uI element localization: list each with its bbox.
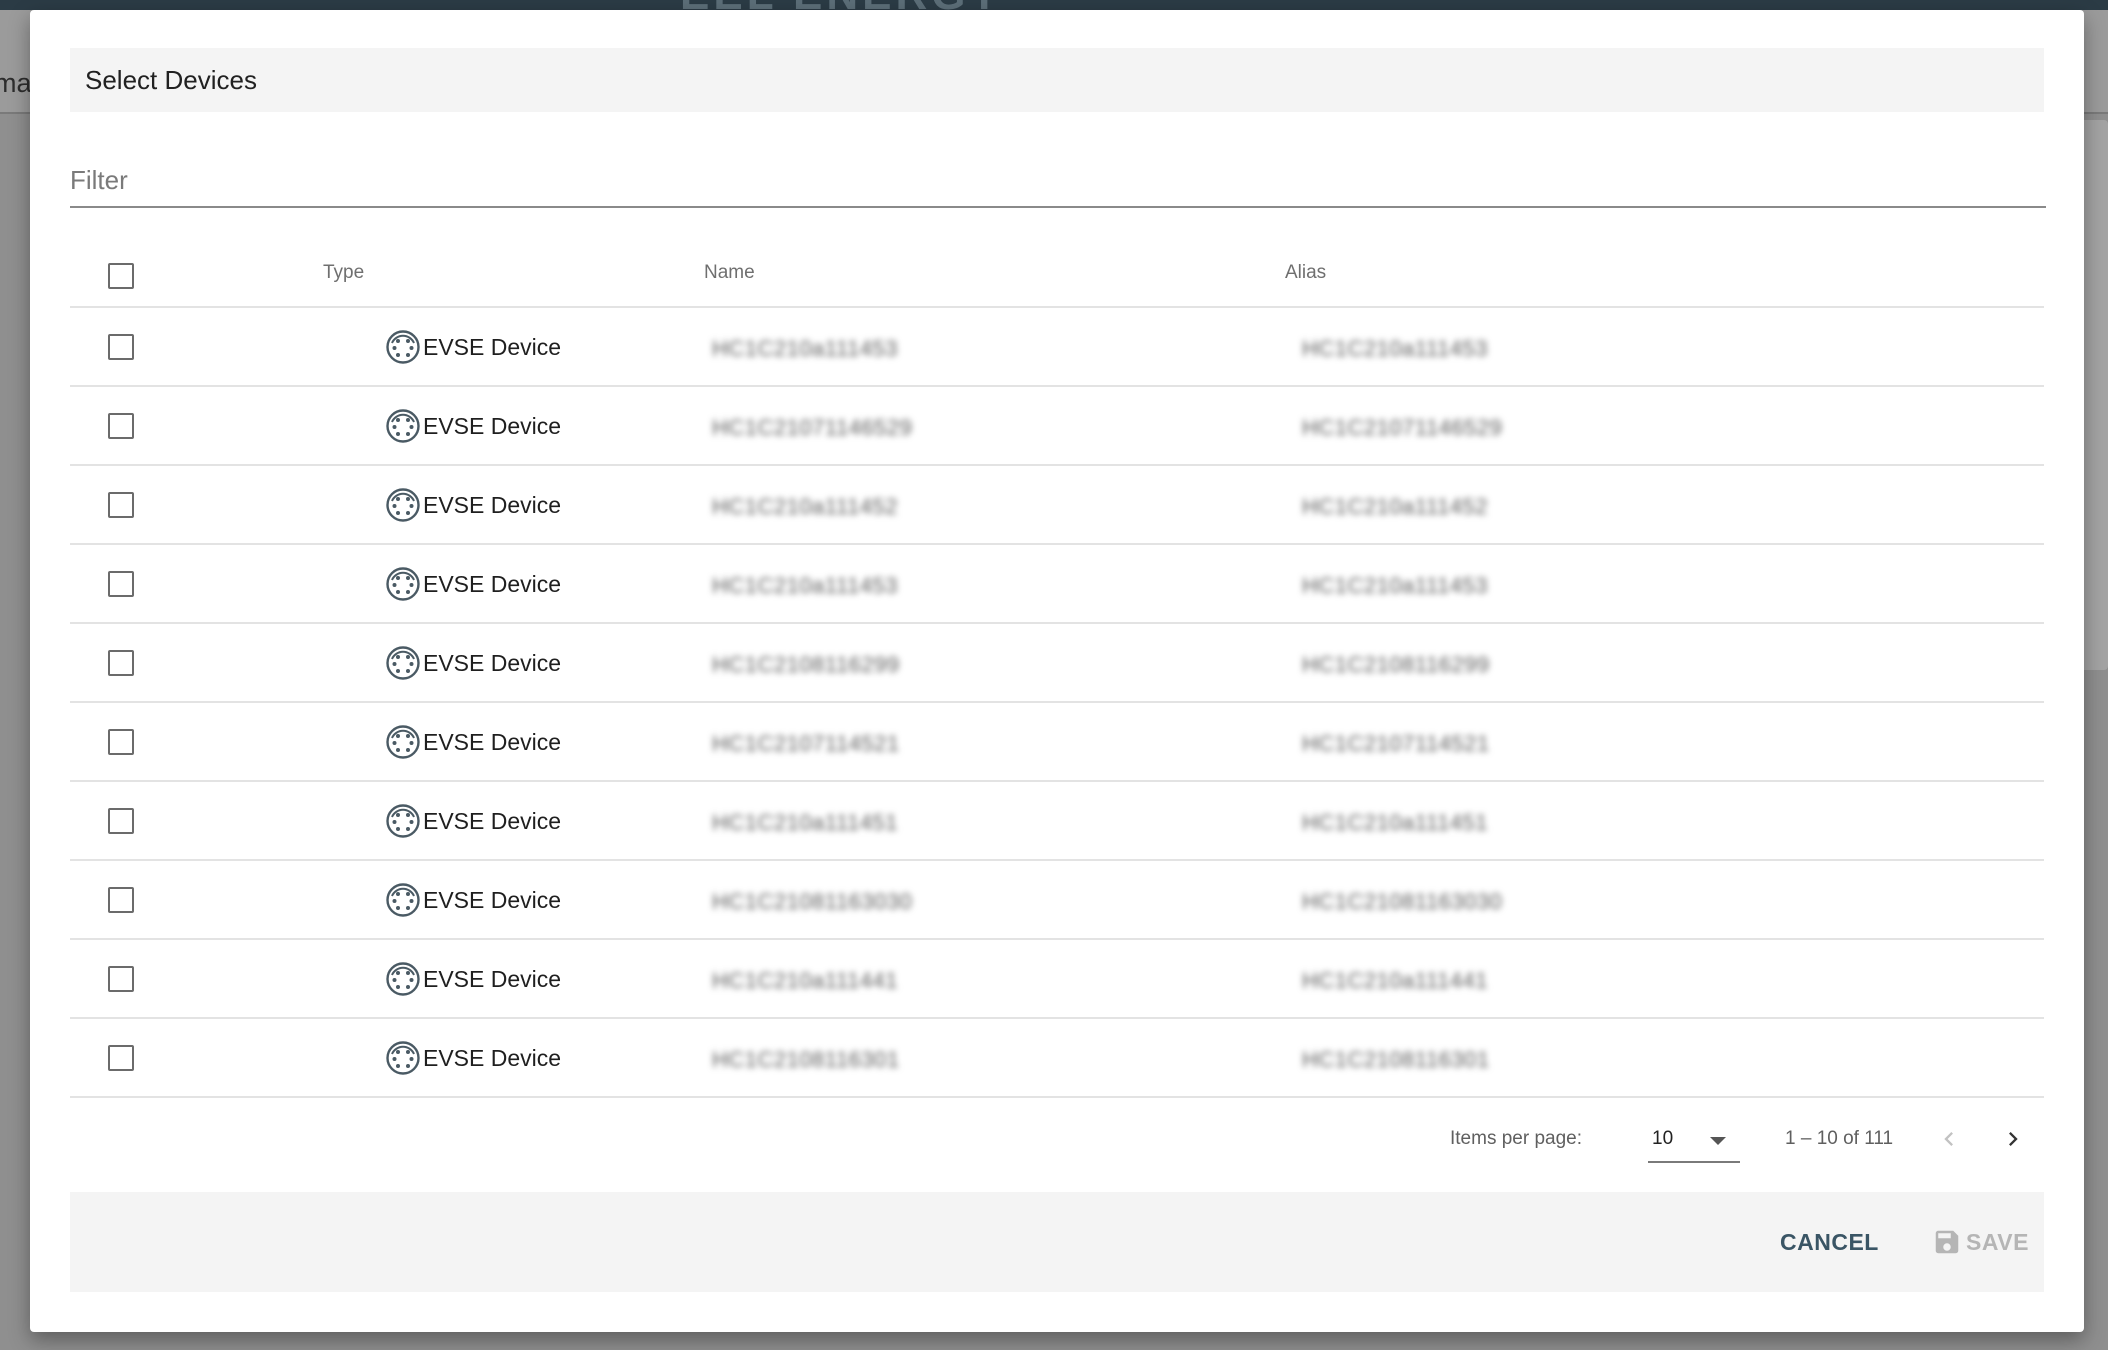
evse-connector-icon xyxy=(386,330,420,364)
filter-field[interactable] xyxy=(70,150,2046,208)
evse-connector-icon xyxy=(386,409,420,443)
table-row[interactable]: EVSE Device HC1C210a111452 HC1C210a11145… xyxy=(70,466,2044,545)
table-row[interactable]: EVSE Device HC1C2108116299 HC1C210811629… xyxy=(70,624,2044,703)
save-button-label: SAVE xyxy=(1966,1228,2029,1255)
device-type-label: EVSE Device xyxy=(423,649,562,676)
table-row[interactable]: EVSE Device HC1C210a111451 HC1C210a11145… xyxy=(70,782,2044,861)
row-checkbox[interactable] xyxy=(108,887,134,913)
row-checkbox[interactable] xyxy=(108,492,134,518)
row-checkbox[interactable] xyxy=(108,966,134,992)
device-name: HC1C210a111453 xyxy=(712,336,898,361)
items-per-page-label: Items per page: xyxy=(1450,1128,1583,1149)
row-checkbox[interactable] xyxy=(108,808,134,834)
type-cell: EVSE Device xyxy=(385,1039,561,1077)
select-devices-dialog: Select Devices Type Name Alias EVSE Dev xyxy=(30,10,2084,1332)
table-row[interactable]: EVSE Device HC1C21081163030 HC1C21081163… xyxy=(70,861,2044,940)
table-row[interactable]: EVSE Device HC1C210a111453 HC1C210a11145… xyxy=(70,308,2044,387)
device-name: HC1C210a111451 xyxy=(712,810,898,835)
table-row[interactable]: EVSE Device HC1C2108116301 HC1C210811630… xyxy=(70,1019,2044,1098)
save-button[interactable]: SAVE xyxy=(1932,1222,2029,1262)
background-logo: EEL ENERGY xyxy=(680,0,1020,10)
evse-connector-icon xyxy=(386,883,420,917)
device-alias: HC1C210a111453 xyxy=(1302,336,1488,361)
table-header-row: Type Name Alias xyxy=(70,240,2044,308)
type-cell: EVSE Device xyxy=(385,881,561,919)
column-header-name[interactable]: Name xyxy=(704,262,755,284)
filter-input[interactable] xyxy=(70,160,2046,200)
device-type-label: EVSE Device xyxy=(423,333,562,360)
device-type-label: EVSE Device xyxy=(423,886,562,913)
device-alias: HC1C210a111453 xyxy=(1302,573,1488,598)
device-alias: HC1C2107114521 xyxy=(1302,731,1490,756)
device-alias: HC1C21071146529 xyxy=(1302,415,1503,440)
type-cell: EVSE Device xyxy=(385,565,561,603)
device-alias: HC1C210a111441 xyxy=(1302,968,1488,993)
evse-connector-icon xyxy=(386,725,420,759)
device-name: HC1C210a111441 xyxy=(712,968,898,993)
device-name: HC1C210a111452 xyxy=(712,494,898,519)
previous-page-button[interactable] xyxy=(1925,1115,1973,1163)
cancel-button[interactable]: CANCEL xyxy=(1770,1222,1889,1262)
items-per-page-value: 10 xyxy=(1652,1128,1674,1149)
row-checkbox[interactable] xyxy=(108,334,134,360)
device-type-label: EVSE Device xyxy=(423,965,562,992)
column-header-alias[interactable]: Alias xyxy=(1285,262,1326,284)
page-range-label: 1 – 10 of 111 xyxy=(1785,1128,1894,1149)
devices-table: Type Name Alias EVSE Device HC1C210a1114… xyxy=(70,240,2044,1098)
device-type-label: EVSE Device xyxy=(423,728,562,755)
device-type-label: EVSE Device xyxy=(423,570,562,597)
row-checkbox[interactable] xyxy=(108,413,134,439)
row-checkbox[interactable] xyxy=(108,1045,134,1071)
device-alias: HC1C21081163030 xyxy=(1302,889,1503,914)
background-topbar xyxy=(0,0,2108,10)
device-alias: HC1C210a111451 xyxy=(1302,810,1488,835)
evse-connector-icon xyxy=(386,567,420,601)
device-name: HC1C21081163030 xyxy=(712,889,913,914)
device-name: HC1C2108116301 xyxy=(712,1047,900,1072)
select-all-checkbox[interactable] xyxy=(108,263,134,289)
items-per-page-select[interactable]: 10 xyxy=(1648,1117,1740,1163)
device-type-label: EVSE Device xyxy=(423,491,562,518)
dialog-header: Select Devices xyxy=(70,48,2044,112)
device-name: HC1C2107114521 xyxy=(712,731,900,756)
evse-connector-icon xyxy=(386,1041,420,1075)
type-cell: EVSE Device xyxy=(385,407,561,445)
device-name: HC1C210a111453 xyxy=(712,573,898,598)
chevron-left-icon xyxy=(1944,1132,1953,1146)
floppy-disk-icon xyxy=(1935,1230,1959,1254)
dropdown-arrow-icon xyxy=(1710,1137,1726,1145)
table-body: EVSE Device HC1C210a111453 HC1C210a11145… xyxy=(70,308,2044,1098)
device-alias: HC1C2108116301 xyxy=(1302,1047,1490,1072)
chevron-right-icon xyxy=(2009,1132,2018,1146)
next-page-button[interactable] xyxy=(1989,1115,2037,1163)
type-cell: EVSE Device xyxy=(385,328,561,366)
row-checkbox[interactable] xyxy=(108,571,134,597)
table-row[interactable]: EVSE Device HC1C2107114521 HC1C210711452… xyxy=(70,703,2044,782)
type-cell: EVSE Device xyxy=(385,802,561,840)
column-header-type[interactable]: Type xyxy=(323,262,364,284)
evse-connector-icon xyxy=(386,804,420,838)
type-cell: EVSE Device xyxy=(385,486,561,524)
row-checkbox[interactable] xyxy=(108,650,134,676)
paginator: Items per page: 10 1 – 10 of 111 xyxy=(70,1095,2044,1185)
type-cell: EVSE Device xyxy=(385,644,561,682)
evse-connector-icon xyxy=(386,488,420,522)
dialog-footer: CANCEL SAVE xyxy=(70,1192,2044,1292)
device-alias: HC1C2108116299 xyxy=(1302,652,1490,677)
device-name: HC1C2108116299 xyxy=(712,652,900,677)
evse-connector-icon xyxy=(386,962,420,996)
type-cell: EVSE Device xyxy=(385,723,561,761)
device-name: HC1C21071146529 xyxy=(712,415,913,440)
device-alias: HC1C210a111452 xyxy=(1302,494,1488,519)
table-row[interactable]: EVSE Device HC1C210a111441 HC1C210a11144… xyxy=(70,940,2044,1019)
row-checkbox[interactable] xyxy=(108,729,134,755)
table-row[interactable]: EVSE Device HC1C210a111453 HC1C210a11145… xyxy=(70,545,2044,624)
table-row[interactable]: EVSE Device HC1C21071146529 HC1C21071146… xyxy=(70,387,2044,466)
type-cell: EVSE Device xyxy=(385,960,561,998)
dialog-title: Select Devices xyxy=(85,64,257,95)
evse-connector-icon xyxy=(386,646,420,680)
device-type-label: EVSE Device xyxy=(423,1044,562,1071)
device-type-label: EVSE Device xyxy=(423,412,562,439)
device-type-label: EVSE Device xyxy=(423,807,562,834)
